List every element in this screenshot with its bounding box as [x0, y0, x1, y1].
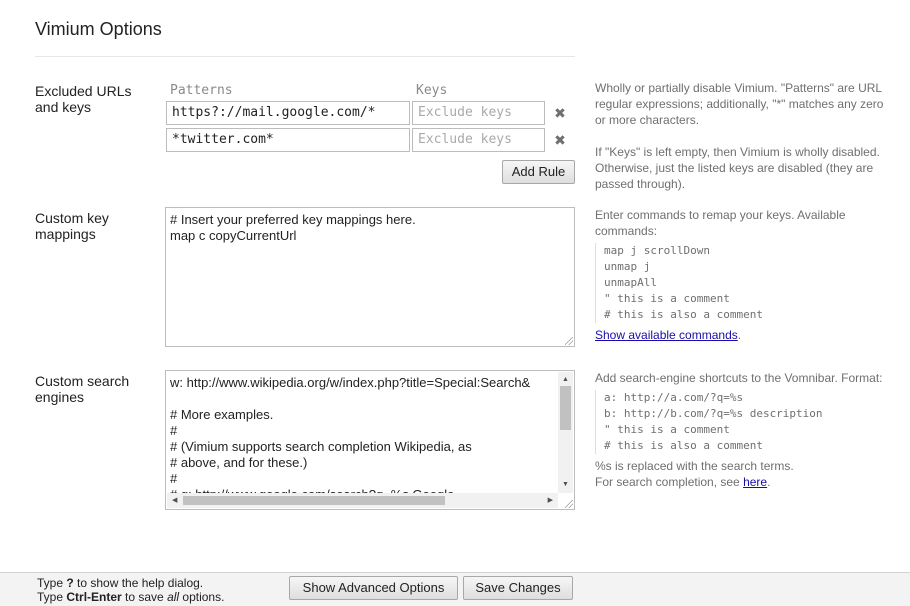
horizontal-scrollbar[interactable]: ◀ ▶ [167, 493, 558, 508]
key-mappings-help: Enter commands to remap your keys. Avail… [595, 207, 895, 343]
code-line: " this is a comment [604, 292, 730, 305]
remove-rule-icon[interactable]: ✖ [553, 105, 567, 122]
search-engines-line: w: http://www.wikipedia.org/w/index.php?… [170, 375, 531, 390]
code-line: " this is a comment [604, 423, 730, 436]
resize-handle-icon[interactable] [565, 337, 573, 345]
code-line: b: http://b.com/?q=%s description [604, 407, 823, 420]
search-completion-link[interactable]: here [743, 475, 767, 489]
code-line: a: http://a.com/?q=%s [604, 391, 744, 404]
key-mappings-textarea[interactable]: # Insert your preferred key mappings her… [165, 207, 575, 347]
search-engines-help-text: Add search-engine shortcuts to the Vomni… [595, 371, 883, 385]
link-suffix: . [737, 328, 742, 342]
search-completion-suffix: . [767, 475, 771, 489]
footer-text-part: to save [121, 590, 168, 604]
excluded-urls-label: Excluded URLs and keys [35, 83, 132, 115]
add-rule-button[interactable]: Add Rule [502, 160, 575, 184]
horizontal-scroll-thumb[interactable] [183, 496, 445, 505]
pattern-input-2[interactable]: *twitter.com* [166, 128, 410, 152]
vertical-scrollbar[interactable]: ▲ ▼ [558, 372, 573, 493]
search-completion-row: For search completion, see here. [595, 474, 895, 490]
code-line: unmapAll [604, 276, 657, 289]
search-engines-help: Add search-engine shortcuts to the Vomni… [595, 370, 895, 490]
footer-line-2: Type Ctrl-Enter to save all options. [37, 590, 224, 604]
key-mappings-line: # Insert your preferred key mappings her… [170, 212, 416, 227]
excluded-help-text-2: If "Keys" is left empty, then Vimium is … [595, 145, 880, 191]
footer-text-part: to show the help dialog. [73, 576, 204, 590]
page-title: Vimium Options [35, 19, 162, 39]
search-engines-line: # [170, 423, 178, 438]
scroll-up-icon[interactable]: ▲ [562, 376, 569, 384]
footer-bar: Type ? to show the help dialog. Type Ctr… [0, 572, 910, 606]
help-key: ? [66, 576, 74, 590]
key-mappings-line: map c copyCurrentUrl [170, 228, 297, 243]
search-engines-code-example: a: http://a.com/?q=%s b: http://b.com/?q… [595, 390, 895, 454]
footer-emphasis: all [167, 590, 180, 604]
title-divider [35, 56, 575, 57]
footer-text-part: Type [37, 590, 67, 604]
save-key: Ctrl-Enter [66, 590, 122, 604]
footer-help-text: Type ? to show the help dialog. Type Ctr… [37, 576, 224, 604]
footer-text-part: Type [37, 576, 67, 590]
code-line: map j scrollDown [604, 244, 710, 257]
search-engines-line: # above, and for these.) [170, 455, 308, 470]
patterns-column-header: Patterns [170, 83, 233, 98]
pattern-input-1[interactable]: https?://mail.google.com/* [166, 101, 410, 125]
search-engines-line: # More examples. [170, 407, 274, 422]
search-engines-line [170, 391, 556, 407]
show-advanced-options-button[interactable]: Show Advanced Options [289, 576, 458, 600]
search-completion-prefix: For search completion, see [595, 475, 744, 489]
excluded-help-text-1: Wholly or partially disable Vimium. "Pat… [595, 81, 884, 127]
remove-rule-icon[interactable]: ✖ [553, 132, 567, 149]
key-mappings-help-text: Enter commands to remap your keys. Avail… [595, 208, 846, 238]
footer-line-1: Type ? to show the help dialog. [37, 576, 224, 590]
search-engines-line: # [170, 471, 178, 486]
vertical-scroll-thumb[interactable] [560, 386, 571, 430]
search-engines-help-after-1: %s is replaced with the search terms. [595, 459, 794, 473]
code-line: # this is also a comment [604, 439, 763, 452]
show-available-commands-link[interactable]: Show available commands [595, 328, 738, 342]
scroll-down-icon[interactable]: ▼ [562, 481, 569, 489]
code-line: # this is also a comment [604, 308, 763, 321]
code-line: unmap j [604, 260, 651, 273]
footer-text-part: options. [179, 590, 225, 604]
save-changes-button[interactable]: Save Changes [463, 576, 573, 600]
key-mappings-code-example: map j scrollDown unmap j unmapAll " this… [595, 243, 895, 323]
show-commands-row: Show available commands. [595, 327, 895, 343]
scroll-right-icon[interactable]: ▶ [548, 497, 553, 505]
keys-column-header: Keys [416, 83, 448, 98]
scroll-left-icon[interactable]: ◀ [172, 497, 177, 505]
resize-handle-icon[interactable] [565, 500, 573, 508]
search-engines-textarea[interactable]: w: http://www.wikipedia.org/w/index.php?… [165, 370, 575, 510]
custom-search-engines-label: Custom search engines [35, 373, 130, 405]
search-engines-line: # (Vimium supports search completion Wik… [170, 439, 472, 454]
exclude-keys-input-1[interactable]: Exclude keys [412, 101, 545, 125]
custom-key-mappings-label: Custom key mappings [35, 210, 109, 242]
exclude-keys-input-2[interactable]: Exclude keys [412, 128, 545, 152]
excluded-help: Wholly or partially disable Vimium. "Pat… [595, 80, 895, 192]
